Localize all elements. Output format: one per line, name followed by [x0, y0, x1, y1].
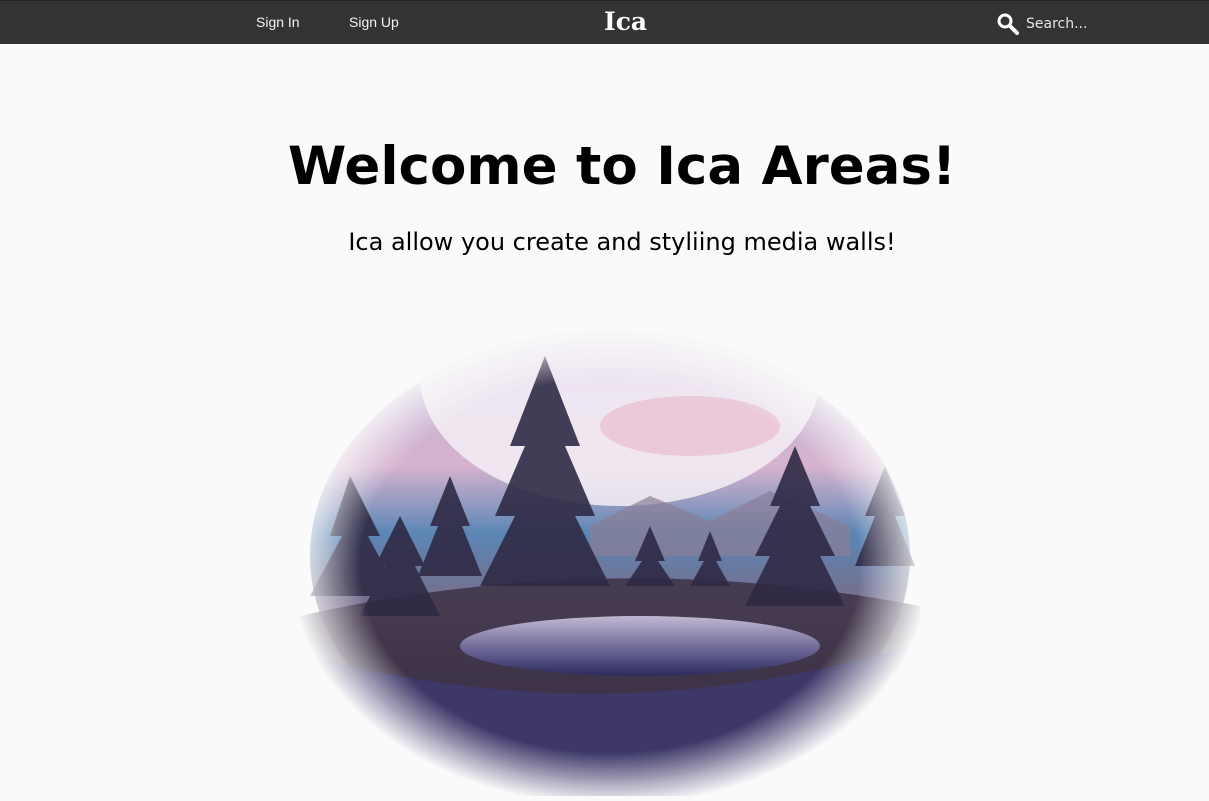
page-title: Welcome to Ica Areas! — [287, 136, 957, 197]
hero-landscape-image — [290, 246, 930, 796]
top-navigation-bar: Sign In Sign Up Ica — [0, 0, 1209, 44]
sign-in-link[interactable]: Sign In — [256, 14, 300, 30]
brand-logo[interactable]: Ica — [604, 7, 647, 36]
page-subtitle: Ica allow you create and styliing media … — [348, 228, 896, 256]
search-box — [996, 11, 1196, 37]
search-icon[interactable] — [996, 12, 1020, 36]
sign-up-link[interactable]: Sign Up — [349, 14, 399, 30]
search-input[interactable] — [1026, 12, 1176, 36]
